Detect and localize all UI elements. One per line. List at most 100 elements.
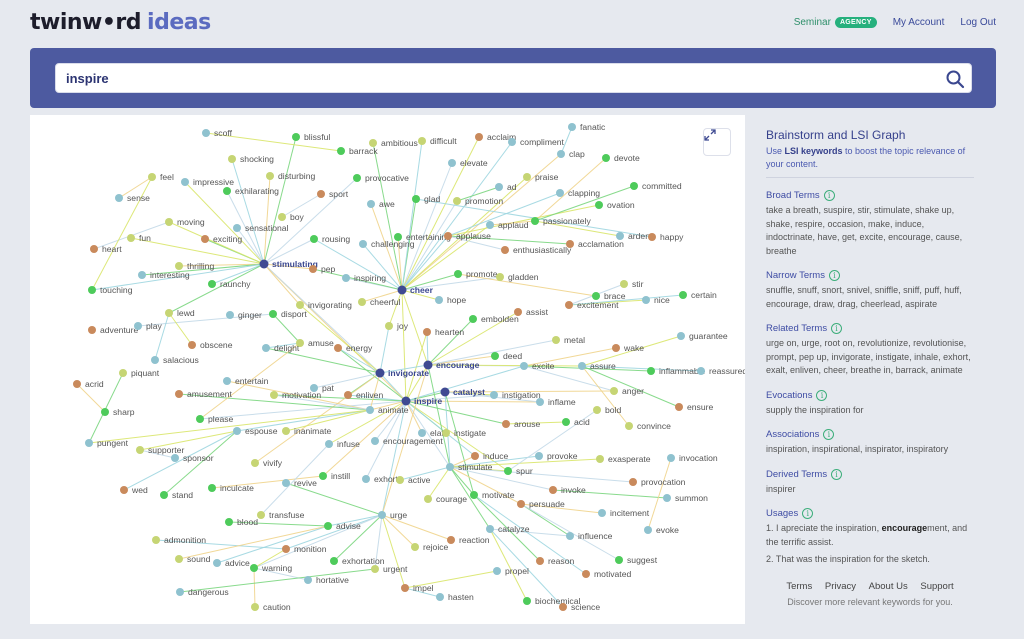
node-label[interactable]: vivify	[263, 458, 283, 468]
node-dot[interactable]	[73, 380, 81, 388]
node-dot[interactable]	[552, 336, 560, 344]
node-dot[interactable]	[127, 234, 135, 242]
node-label[interactable]: active	[408, 475, 431, 485]
graph-node-entertain[interactable]: entertain	[223, 376, 269, 386]
node-dot[interactable]	[233, 224, 241, 232]
node-dot[interactable]	[418, 429, 426, 437]
node-dot[interactable]	[188, 341, 196, 349]
node-dot[interactable]	[454, 270, 462, 278]
node-label[interactable]: raunchy	[220, 279, 251, 289]
node-label[interactable]: instigate	[454, 428, 486, 438]
node-label[interactable]: infuse	[337, 439, 360, 449]
node-dot[interactable]	[423, 328, 431, 336]
node-label[interactable]: courage	[436, 494, 467, 504]
node-dot[interactable]	[562, 418, 570, 426]
graph-node-ad[interactable]: ad	[495, 182, 517, 192]
node-dot[interactable]	[615, 556, 623, 564]
graph-node-rousing[interactable]: rousing	[310, 234, 350, 244]
node-label[interactable]: bold	[605, 405, 621, 415]
node-dot[interactable]	[566, 532, 574, 540]
node-dot[interactable]	[208, 484, 216, 492]
lsi-graph[interactable]: scoff blissful ambitious difficult acclaim co…	[30, 115, 745, 624]
graph-node-propel[interactable]: propel	[493, 566, 529, 576]
node-dot[interactable]	[90, 245, 98, 253]
node-label[interactable]: instill	[331, 471, 350, 481]
graph-node-clap[interactable]: clap	[557, 149, 585, 159]
graph-node-evoke[interactable]: evoke	[644, 525, 679, 535]
node-label[interactable]: acid	[574, 417, 590, 427]
node-dot[interactable]	[375, 368, 385, 378]
node-label[interactable]: fanatic	[580, 122, 606, 132]
node-label[interactable]: animate	[378, 405, 409, 415]
node-dot[interactable]	[385, 322, 393, 330]
node-label[interactable]: provocative	[365, 173, 409, 183]
node-label[interactable]: shocking	[240, 154, 274, 164]
node-dot[interactable]	[610, 387, 618, 395]
node-label[interactable]: fun	[139, 233, 151, 243]
node-dot[interactable]	[304, 576, 312, 584]
node-label[interactable]: ambitious	[381, 138, 418, 148]
node-dot[interactable]	[556, 189, 564, 197]
node-dot[interactable]	[250, 564, 258, 572]
node-label[interactable]: promote	[466, 269, 498, 279]
graph-node-influence[interactable]: influence	[566, 531, 613, 541]
node-dot[interactable]	[251, 459, 259, 467]
node-dot[interactable]	[508, 138, 516, 146]
graph-node-persuade[interactable]: persuade	[517, 499, 565, 509]
node-dot[interactable]	[367, 200, 375, 208]
node-label[interactable]: invigorate	[388, 368, 429, 378]
node-dot[interactable]	[448, 159, 456, 167]
node-label[interactable]: urgent	[383, 564, 408, 574]
graph-node-promotion[interactable]: promotion	[453, 196, 503, 206]
graph-node-lewd[interactable]: lewd	[165, 308, 195, 318]
graph-node-raunchy[interactable]: raunchy	[208, 279, 251, 289]
node-dot[interactable]	[208, 280, 216, 288]
log-out-link[interactable]: Log Out	[960, 17, 996, 28]
node-dot[interactable]	[353, 174, 361, 182]
graph-node-committed[interactable]: committed	[630, 181, 682, 191]
node-dot[interactable]	[317, 190, 325, 198]
node-dot[interactable]	[630, 182, 638, 190]
node-dot[interactable]	[120, 486, 128, 494]
node-label[interactable]: scoff	[214, 128, 233, 138]
node-label[interactable]: ensure	[687, 402, 713, 412]
graph-node-exhilarating[interactable]: exhilarating	[223, 186, 279, 196]
node-label[interactable]: amuse	[308, 338, 334, 348]
graph-node-adventure[interactable]: adventure	[88, 325, 138, 335]
node-dot[interactable]	[397, 285, 407, 295]
node-dot[interactable]	[490, 391, 498, 399]
seminar-link[interactable]: Seminar AGENCY	[794, 17, 877, 28]
graph-node-touching[interactable]: touching	[88, 285, 133, 295]
node-label[interactable]: barrack	[349, 146, 378, 156]
node-label[interactable]: energy	[346, 343, 373, 353]
graph-node-feel[interactable]: feel	[148, 172, 174, 182]
graph-node-invoke[interactable]: invoke	[549, 485, 586, 495]
node-dot[interactable]	[470, 491, 478, 499]
graph-node-spur[interactable]: spur	[504, 466, 533, 476]
node-dot[interactable]	[337, 147, 345, 155]
node-label[interactable]: compliment	[520, 137, 565, 147]
node-label[interactable]: revive	[294, 478, 317, 488]
node-dot[interactable]	[520, 362, 528, 370]
node-dot[interactable]	[517, 500, 525, 508]
node-label[interactable]: invoke	[561, 485, 586, 495]
node-label[interactable]: ovation	[607, 200, 635, 210]
node-dot[interactable]	[595, 201, 603, 209]
node-dot[interactable]	[592, 292, 600, 300]
node-dot[interactable]	[362, 475, 370, 483]
node-label[interactable]: passionately	[543, 216, 591, 226]
node-label[interactable]: impel	[413, 583, 434, 593]
graph-node-salacious[interactable]: salacious	[151, 355, 199, 365]
node-label[interactable]: summon	[675, 493, 708, 503]
node-label[interactable]: espouse	[245, 426, 278, 436]
node-dot[interactable]	[523, 173, 531, 181]
graph-node-pep[interactable]: pep	[309, 264, 336, 274]
node-dot[interactable]	[453, 197, 461, 205]
node-dot[interactable]	[596, 455, 604, 463]
node-label[interactable]: inflame	[548, 397, 576, 407]
graph-node-assist[interactable]: assist	[514, 307, 549, 317]
graph-node-disturbing[interactable]: disturbing	[266, 171, 315, 181]
graph-node-acrid[interactable]: acrid	[73, 379, 104, 389]
node-label[interactable]: clapping	[568, 188, 600, 198]
node-label[interactable]: amusement	[187, 389, 233, 399]
